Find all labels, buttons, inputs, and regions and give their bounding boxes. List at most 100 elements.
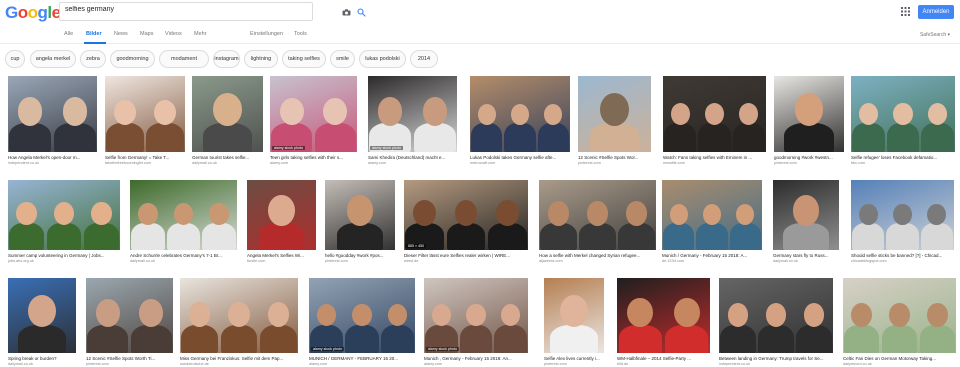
- result-caption[interactable]: Munich , Germany - February 15 2018: An.…: [424, 356, 528, 361]
- tab-maps[interactable]: Maps: [140, 31, 153, 37]
- result-thumbnail[interactable]: [773, 180, 839, 250]
- safesearch-toggle[interactable]: SafeSearch ▾: [920, 32, 950, 38]
- image-result[interactable]: alamy stock photo Sami Khedira (Deutschla…: [368, 76, 457, 166]
- result-caption[interactable]: Lukas Podolski takes Germany selfie afte…: [470, 155, 570, 160]
- result-thumbnail[interactable]: alamy stock photo: [309, 278, 415, 353]
- result-thumbnail[interactable]: [617, 278, 710, 353]
- tab-bilder[interactable]: Bilder: [86, 31, 102, 37]
- chip-zebra[interactable]: zebra: [80, 50, 106, 68]
- result-caption[interactable]: Between landing in Germany: Trump travel…: [719, 356, 833, 361]
- result-thumbnail[interactable]: [851, 180, 954, 250]
- result-caption[interactable]: Watch: Fans taking selfies with Eminem i…: [663, 155, 766, 160]
- image-result[interactable]: Watch: Fans taking selfies with Eminem i…: [663, 76, 766, 166]
- result-caption[interactable]: Should selfie sticks be banned? [?] - Ch…: [851, 253, 954, 258]
- result-caption[interactable]: Selfie from Germany! = Take T...: [105, 155, 185, 160]
- result-thumbnail[interactable]: [470, 76, 570, 152]
- result-caption[interactable]: Germany stars fly to Russ...: [773, 253, 839, 258]
- result-thumbnail[interactable]: [851, 76, 955, 152]
- image-result[interactable]: German tourist takes selfie... dailymail.…: [192, 76, 263, 166]
- image-result[interactable]: alamy stock photo MUNICH / GERMANY - FEBR…: [309, 278, 415, 367]
- result-thumbnail[interactable]: [130, 180, 237, 250]
- result-thumbnail[interactable]: [544, 278, 604, 353]
- image-result[interactable]: Celtic Fan Dies on German Motorway Takin…: [843, 278, 956, 367]
- signin-button[interactable]: Anmelden: [918, 5, 954, 19]
- tab-videos[interactable]: Videos: [165, 31, 182, 37]
- result-thumbnail[interactable]: [8, 180, 120, 250]
- image-result[interactable]: Selfie Alex lives currently i... pinteres…: [544, 278, 604, 367]
- result-caption[interactable]: German tourist takes selfie...: [192, 155, 263, 160]
- tab-news[interactable]: News: [114, 31, 128, 37]
- chip-taking-selfies[interactable]: taking selfies: [282, 50, 326, 68]
- result-thumbnail[interactable]: [180, 278, 298, 353]
- result-thumbnail[interactable]: [105, 76, 185, 152]
- result-caption[interactable]: How a selfie with Merkel changed Syrian …: [539, 253, 656, 258]
- image-result[interactable]: alamy stock photo Teen girls taking selfi…: [270, 76, 357, 166]
- search-icon[interactable]: [357, 8, 366, 17]
- result-caption[interactable]: Spring break or burden?: [8, 356, 76, 361]
- result-thumbnail[interactable]: alamy stock photo: [368, 76, 457, 152]
- result-caption[interactable]: How Angela Merkel's open-door m...: [8, 155, 97, 160]
- camera-icon[interactable]: [342, 9, 351, 16]
- result-caption[interactable]: hello #goodday #work #pos...: [325, 253, 395, 258]
- result-caption[interactable]: Sami Khedira (Deutschland) macht e...: [368, 155, 457, 160]
- result-thumbnail[interactable]: [8, 76, 97, 152]
- result-caption[interactable]: Munich / Germany - February 15 2018: A..…: [662, 253, 762, 258]
- result-caption[interactable]: Selfie refugee' loses Facebook defamatio…: [851, 155, 955, 160]
- result-caption[interactable]: 12 Scenic #Selfie Spots Wor...: [578, 155, 651, 160]
- image-result[interactable]: Selfie from Germany! = Take T... takethef…: [105, 76, 185, 166]
- apps-grid-icon[interactable]: [901, 7, 910, 16]
- result-caption[interactable]: Andre Schurrle celebrates Germany's 7-1 …: [130, 253, 237, 258]
- chip-instagram[interactable]: instagram: [213, 50, 240, 68]
- chip-smile[interactable]: smile: [330, 50, 355, 68]
- result-caption[interactable]: Angela Merkel's Selfies Wi...: [247, 253, 316, 258]
- result-caption[interactable]: Selfie Alex lives currently i...: [544, 356, 604, 361]
- tab-einstellungen[interactable]: Einstellungen: [250, 31, 283, 37]
- result-thumbnail[interactable]: [539, 180, 656, 250]
- image-result[interactable]: Angela Merkel's Selfies Wi... bustle.com: [247, 180, 316, 264]
- result-caption[interactable]: Dieser Filter lässt eure Selfies realer …: [404, 253, 528, 258]
- chip-goodmorning[interactable]: goodmorning: [110, 50, 155, 68]
- chip-lukas-podolski[interactable]: lukas podolski: [359, 50, 406, 68]
- result-thumbnail[interactable]: [192, 76, 263, 152]
- result-caption[interactable]: Celtic Fan Dies on German Motorway Takin…: [843, 356, 956, 361]
- result-thumbnail[interactable]: [247, 180, 316, 250]
- image-result[interactable]: How Angela Merkel's open-door m... indepe…: [8, 76, 97, 166]
- chip-2014[interactable]: 2014: [410, 50, 438, 68]
- result-thumbnail[interactable]: [774, 76, 844, 152]
- google-logo[interactable]: Google: [5, 3, 61, 23]
- result-caption[interactable]: Summer camp volunteering in Germany | Jo…: [8, 253, 120, 258]
- image-result[interactable]: alamy stock photo Munich , Germany - Febr…: [424, 278, 528, 367]
- image-result[interactable]: Spring break or burden? dailymail.co.uk: [8, 278, 76, 367]
- tab-tools[interactable]: Tools: [294, 31, 307, 37]
- image-result[interactable]: Lukas Podolski takes Germany selfie afte…: [470, 76, 570, 166]
- chip-angela-merkel[interactable]: angela merkel: [30, 50, 76, 68]
- result-caption[interactable]: goodmorning #work #westn...: [774, 155, 844, 160]
- result-caption[interactable]: MUNICH / GERMANY - FEBRUARY 15 20...: [309, 356, 415, 361]
- image-result[interactable]: Summer camp volunteering in Germany | Jo…: [8, 180, 120, 264]
- image-result[interactable]: 12 Scenic #Selfie Spots Worth Ti... pinte…: [86, 278, 173, 367]
- image-result[interactable]: Miss Germany bei Franziskus: Selfie mit …: [180, 278, 298, 367]
- image-result[interactable]: WM-Halbfinale – 2014 Selfie-Party ... bil…: [617, 278, 710, 367]
- image-result[interactable]: Should selfie sticks be banned? [?] - Ch…: [851, 180, 954, 264]
- image-result[interactable]: How a selfie with Merkel changed Syrian …: [539, 180, 656, 264]
- result-caption[interactable]: Teen girls taking selfies with their s..…: [270, 155, 357, 160]
- image-result[interactable]: goodmorning #work #westn... pinterest.com: [774, 76, 844, 166]
- image-result[interactable]: 885 × 450 Dieser Filter lässt eure Selfie…: [404, 180, 528, 264]
- tab-mehr[interactable]: Mehr: [194, 31, 207, 37]
- search-box[interactable]: [59, 2, 366, 21]
- image-result[interactable]: Andre Schurrle celebrates Germany's 7-1 …: [130, 180, 237, 264]
- result-caption[interactable]: Miss Germany bei Franziskus: Selfie mit …: [180, 356, 298, 361]
- result-caption[interactable]: 12 Scenic #Selfie Spots Worth Ti...: [86, 356, 173, 361]
- result-thumbnail[interactable]: [843, 278, 956, 353]
- tab-alle[interactable]: Alle: [64, 31, 73, 37]
- result-thumbnail[interactable]: [663, 76, 766, 152]
- result-thumbnail[interactable]: [578, 76, 651, 152]
- result-thumbnail[interactable]: [662, 180, 762, 250]
- image-result[interactable]: 12 Scenic #Selfie Spots Wor... pinterest.…: [578, 76, 651, 166]
- chip-modament[interactable]: modament: [159, 50, 209, 68]
- result-thumbnail[interactable]: [325, 180, 395, 250]
- result-thumbnail[interactable]: [719, 278, 833, 353]
- search-input[interactable]: [65, 6, 265, 13]
- image-result[interactable]: Munich / Germany - February 15 2018: A..…: [662, 180, 762, 264]
- result-thumbnail[interactable]: [8, 278, 76, 353]
